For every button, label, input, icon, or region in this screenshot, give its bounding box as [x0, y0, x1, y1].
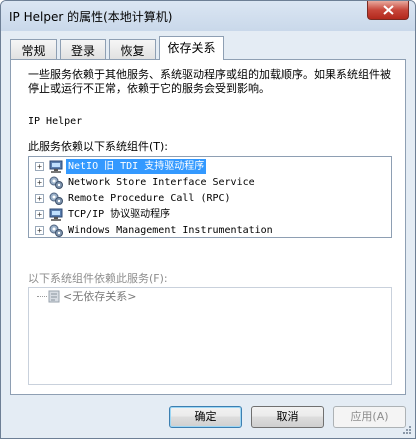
tree-item[interactable]: + NetIO 旧 TDI 支持驱动程序: [29, 159, 391, 174]
expand-icon[interactable]: +: [35, 226, 44, 235]
expand-icon[interactable]: +: [35, 210, 44, 219]
tree-item-label: TCP/IP 协议驱动程序: [68, 209, 171, 220]
driver-icon: [49, 160, 63, 173]
tab-dependencies[interactable]: 依存关系: [159, 36, 224, 60]
tree-item[interactable]: + Windows Management Instrumentation: [29, 223, 391, 238]
no-dependency-icon: [48, 290, 60, 303]
resize-grip-icon[interactable]: [402, 425, 412, 435]
expand-icon[interactable]: +: [35, 162, 44, 171]
cancel-button[interactable]: 取消: [251, 406, 324, 428]
window-title: IP Helper 的属性(本地计算机): [9, 10, 173, 24]
tree-item-label: Windows Management Instrumentation: [68, 225, 273, 236]
depends-on-label: 此服务依赖以下系统组件(T):: [28, 140, 169, 153]
dependents-label: 以下系统组件依赖此服务(F):: [28, 272, 168, 285]
tree-item[interactable]: + TCP/IP 协议驱动程序: [29, 207, 391, 222]
expand-icon[interactable]: +: [35, 194, 44, 203]
close-icon: [382, 5, 394, 15]
ok-button[interactable]: 确定: [169, 406, 242, 428]
apply-button[interactable]: 应用(A): [333, 406, 406, 428]
depends-on-tree[interactable]: + NetIO 旧 TDI 支持驱动程序 + Network Store Int…: [28, 156, 392, 238]
tab-recovery[interactable]: 恢复: [109, 39, 156, 59]
tree-item-label: Remote Procedure Call (RPC): [68, 193, 231, 204]
tab-general[interactable]: 常规: [10, 39, 57, 59]
title-bar[interactable]: IP Helper 的属性(本地计算机): [1, 1, 415, 31]
service-gear-icon: [49, 192, 63, 205]
expand-icon[interactable]: +: [35, 178, 44, 187]
tree-item[interactable]: + Remote Procedure Call (RPC): [29, 191, 391, 206]
tree-connector: [37, 296, 47, 297]
tree-item-label: NetIO 旧 TDI 支持驱动程序: [66, 159, 207, 174]
tree-item-label: <无依存关系>: [63, 290, 137, 303]
service-gear-icon: [49, 176, 63, 189]
service-gear-icon: [49, 224, 63, 237]
service-name: IP Helper: [28, 116, 83, 127]
driver-icon: [49, 208, 63, 221]
close-button[interactable]: [367, 1, 409, 20]
properties-dialog: IP Helper 的属性(本地计算机) 常规 登录 恢复 依存关系 一些服务依…: [0, 0, 416, 439]
tree-item[interactable]: + Network Store Interface Service: [29, 175, 391, 190]
dependents-tree[interactable]: <无依存关系>: [28, 287, 392, 385]
tree-item[interactable]: <无依存关系>: [37, 289, 157, 305]
dependencies-panel: 一些服务依赖于其他服务、系统驱动程序或组的加载顺序。如果系统组件被停止或运行不正…: [10, 59, 406, 395]
tab-logon[interactable]: 登录: [60, 39, 106, 59]
tree-item-label: Network Store Interface Service: [68, 177, 255, 188]
dependencies-description: 一些服务依赖于其他服务、系统驱动程序或组的加载顺序。如果系统组件被停止或运行不正…: [28, 68, 391, 95]
